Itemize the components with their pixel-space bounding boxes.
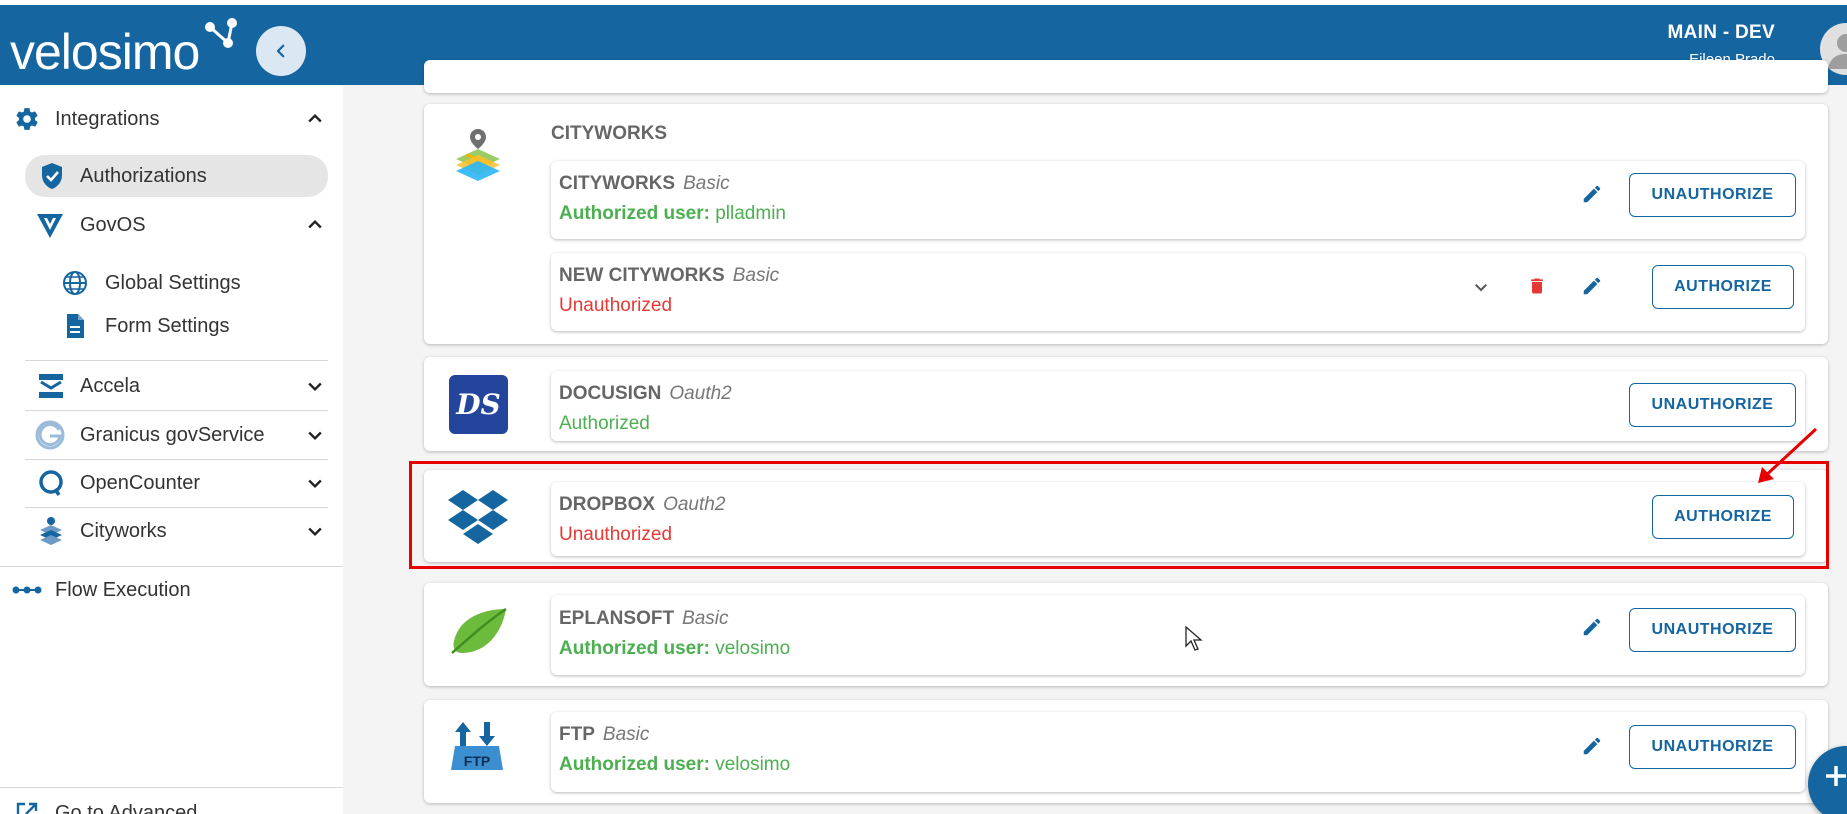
document-icon [64, 313, 86, 339]
sidebar-item-cityworks[interactable]: Cityworks [25, 516, 343, 546]
sidebar-item-label: GovOS [80, 214, 146, 236]
integration-type: Basic [602, 724, 650, 745]
integration-name: CITYWORKS Basic [559, 173, 730, 194]
chevron-up-icon [308, 220, 322, 229]
group-title: CITYWORKS [551, 123, 668, 144]
chevron-down-icon [1475, 284, 1487, 292]
integration-row-docusign: DOCUSIGN Oauth2 Authorized [551, 371, 1805, 441]
velosimo-logo[interactable]: velosimo [10, 23, 200, 81]
docusign-logo-icon: DS [449, 375, 508, 434]
plus-icon [1826, 766, 1846, 786]
integration-type: Oauth2 [669, 383, 732, 404]
shield-check-icon [39, 162, 65, 190]
edit-button[interactable] [1578, 613, 1606, 641]
trash-icon [1531, 278, 1543, 294]
granicus-logo-icon [35, 420, 65, 450]
integration-name: FTP Basic [559, 724, 650, 745]
sidebar-item-flow-execution[interactable]: Flow Execution [0, 575, 343, 605]
sidebar-divider [0, 566, 343, 567]
flow-dots-icon [12, 581, 42, 599]
environment-name: MAIN - DEV [1667, 22, 1775, 43]
cityworks-logo-icon [37, 516, 65, 546]
integration-type: Basic [682, 608, 729, 629]
pencil-icon [1583, 737, 1601, 755]
integration-type: Basic [683, 173, 730, 194]
edit-button[interactable] [1578, 180, 1606, 208]
sidebar-item-label: Go to Advanced [55, 802, 198, 814]
integration-status: Authorized [559, 413, 650, 434]
sidebar-item-label: Flow Execution [55, 579, 191, 601]
sidebar-item-go-advanced[interactable]: Go to Advanced [0, 798, 343, 814]
unauthorize-button[interactable]: UNAUTHORIZE [1629, 173, 1796, 217]
sidebar-item-granicus[interactable]: Granicus govService [25, 420, 343, 450]
annotation-arrow-icon [1758, 427, 1818, 483]
integration-name: DOCUSIGN Oauth2 [559, 383, 732, 404]
integration-name: NEW CITYWORKS Basic [559, 265, 780, 286]
mouse-cursor-icon [1185, 626, 1203, 651]
govos-logo-icon [35, 210, 65, 240]
integration-card-previous [424, 60, 1828, 93]
accela-logo-icon [37, 372, 65, 400]
delete-button[interactable] [1523, 272, 1551, 300]
integration-status: Authorized user: plladmin [559, 203, 786, 224]
sidebar-item-label: Granicus govService [80, 424, 265, 446]
sidebar-divider [25, 360, 328, 361]
sidebar-item-label: Accela [80, 375, 141, 397]
integration-row-eplansoft: EPLANSOFT Basic Authorized user: velosimo [551, 595, 1805, 675]
sidebar-item-label: Cityworks [80, 520, 167, 542]
chevron-down-icon [308, 382, 322, 391]
sidebar-divider [25, 507, 328, 508]
sidebar-item-label: Authorizations [80, 165, 207, 187]
integration-type: Basic [732, 265, 780, 286]
sidebar-item-global-settings[interactable]: Global Settings [60, 268, 343, 298]
sidebar-gutter [343, 85, 385, 814]
sidebar-divider [0, 787, 343, 788]
sidebar-item-form-settings[interactable]: Form Settings [60, 311, 343, 341]
sidebar-divider [25, 459, 328, 460]
edit-button[interactable] [1578, 272, 1606, 300]
integration-row-new-cityworks: NEW CITYWORKS Basic Unauthorized [551, 253, 1805, 331]
sidebar-divider [25, 410, 328, 411]
unauthorize-button[interactable]: UNAUTHORIZE [1629, 725, 1796, 769]
globe-icon [62, 270, 88, 296]
sidebar-item-label: OpenCounter [80, 472, 201, 494]
leaf-icon [451, 607, 507, 654]
chevron-down-icon [308, 431, 322, 440]
sidebar-item-accela[interactable]: Accela [25, 371, 343, 401]
chevron-left-icon [276, 44, 285, 58]
authorize-button[interactable]: AUTHORIZE [1652, 265, 1794, 309]
gear-icon [14, 106, 40, 132]
chevron-down-icon [308, 527, 322, 536]
expand-button[interactable] [1467, 273, 1495, 301]
logo-dots-icon [205, 18, 237, 48]
integration-row-ftp: FTP Basic Authorized user: velosimo [551, 712, 1805, 792]
pencil-icon [1583, 185, 1601, 203]
sidebar-item-integrations[interactable]: Integrations [0, 104, 343, 134]
integration-status: Authorized user: velosimo [559, 638, 791, 659]
integration-name: EPLANSOFT Basic [559, 608, 729, 629]
sidebar-item-opencounter[interactable]: OpenCounter [25, 468, 343, 498]
unauthorize-button[interactable]: UNAUTHORIZE [1629, 608, 1796, 652]
highlight-box [409, 461, 1829, 569]
sidebar-item-govos[interactable]: GovOS [25, 210, 343, 240]
sidebar-item-label: Integrations [55, 108, 160, 130]
ftp-logo-icon: FTP [449, 720, 505, 772]
integration-row-cityworks: CITYWORKS Basic Authorized user: plladmin [551, 161, 1805, 239]
edit-button[interactable] [1578, 732, 1606, 760]
opencounter-logo-icon [37, 469, 65, 497]
sidebar-item-label: Global Settings [105, 272, 241, 294]
external-link-icon [14, 800, 40, 814]
integration-status: Authorized user: velosimo [559, 754, 791, 775]
integration-status: Unauthorized [559, 295, 673, 316]
chevron-down-icon [308, 479, 322, 488]
unauthorize-button[interactable]: UNAUTHORIZE [1629, 383, 1796, 427]
sidebar-item-authorizations[interactable]: Authorizations [25, 160, 328, 192]
pencil-icon [1583, 618, 1601, 636]
collapse-sidebar-button[interactable] [256, 26, 306, 76]
app-frame: velosimo MAIN - DEV Eileen Prado [0, 0, 1847, 814]
cityworks-map-icon [456, 129, 500, 181]
pencil-icon [1583, 277, 1601, 295]
sidebar-item-label: Form Settings [105, 315, 230, 337]
chevron-up-icon [308, 114, 322, 123]
